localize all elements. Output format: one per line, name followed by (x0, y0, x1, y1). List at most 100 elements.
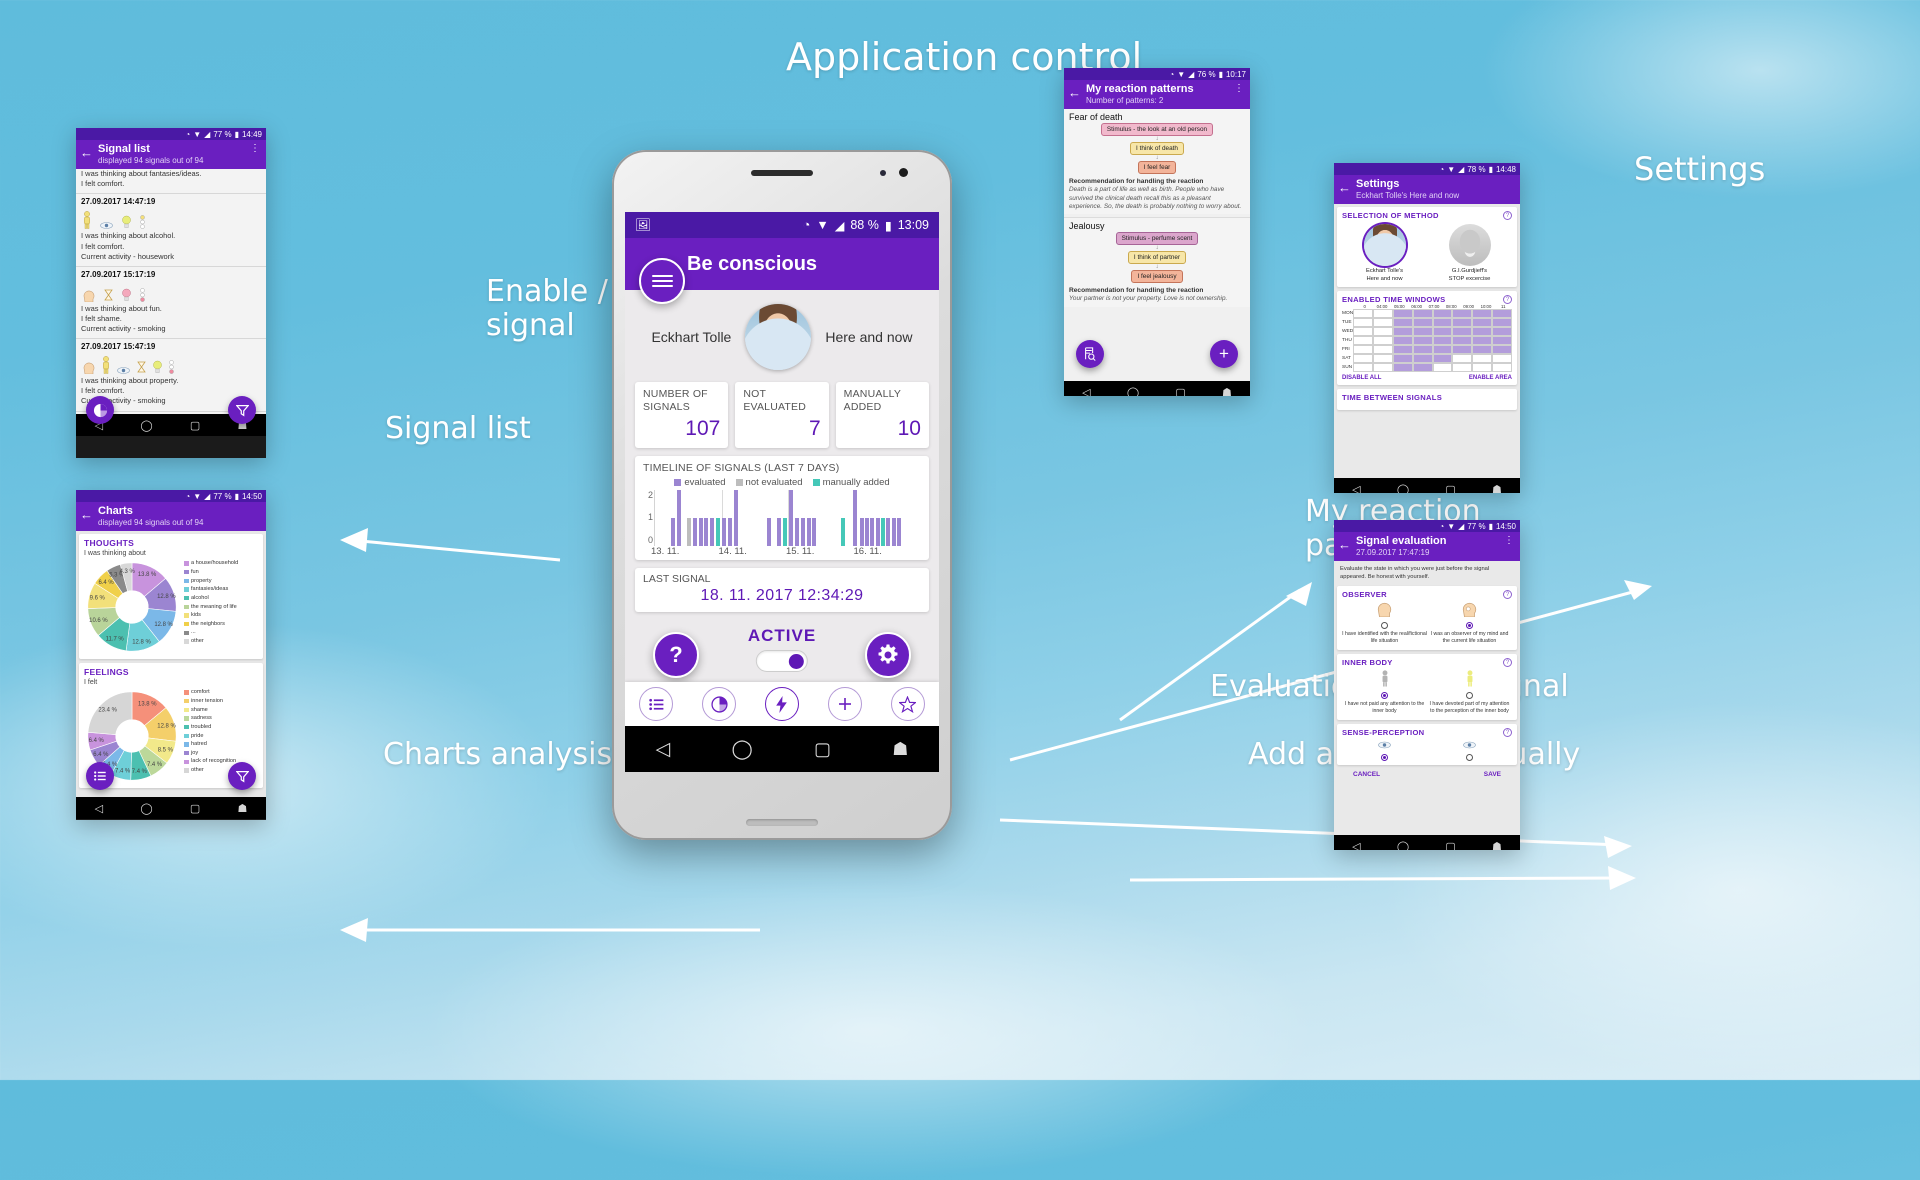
time-window-row[interactable] (1353, 354, 1512, 364)
signal-toggle-switch[interactable] (756, 650, 808, 673)
arrow-back-icon[interactable]: ← (1338, 535, 1351, 551)
arrow-back-icon[interactable]: ← (80, 505, 93, 521)
inner-body-option-2[interactable]: I have devoted part of my attention to t… (1427, 670, 1512, 715)
radio-button[interactable] (1466, 621, 1473, 629)
time-window-cell[interactable] (1452, 309, 1473, 319)
back-triangle-icon[interactable]: ◁ (1352, 483, 1360, 493)
time-window-cell[interactable] (1353, 345, 1374, 355)
time-window-cell[interactable] (1373, 363, 1393, 373)
time-window-cell[interactable] (1432, 318, 1453, 328)
radio-button[interactable] (1466, 691, 1473, 699)
accessibility-icon[interactable]: ☗ (1492, 483, 1502, 493)
radio-button[interactable] (1381, 691, 1388, 699)
home-circle-icon[interactable]: ◯ (1397, 483, 1409, 493)
filter-fab[interactable] (228, 396, 256, 424)
time-window-cell[interactable] (1353, 336, 1374, 346)
filter-fab[interactable] (228, 762, 256, 790)
time-window-cell[interactable] (1392, 309, 1413, 319)
evaluation-scroll[interactable]: Evaluate the state in which you were jus… (1334, 561, 1520, 836)
time-window-row[interactable] (1353, 336, 1512, 346)
time-window-cell[interactable] (1392, 318, 1413, 328)
time-window-cell[interactable] (1452, 318, 1473, 328)
sense-option-1[interactable] (1342, 741, 1427, 763)
help-button[interactable]: ? (653, 632, 699, 679)
time-window-cell[interactable] (1353, 309, 1374, 319)
home-circle-icon[interactable]: ◯ (731, 738, 752, 761)
home-button[interactable] (746, 819, 818, 826)
recents-square-icon[interactable]: ▢ (1445, 483, 1455, 493)
signal-list-button[interactable] (639, 687, 674, 721)
time-windows-cells[interactable] (1353, 309, 1512, 373)
accessibility-icon[interactable]: ☗ (1222, 386, 1232, 396)
enable-area-button[interactable]: ENABLE AREA (1469, 375, 1512, 381)
time-window-cell[interactable] (1373, 336, 1393, 346)
back-triangle-icon[interactable]: ◁ (95, 802, 103, 815)
save-button[interactable]: SAVE (1484, 771, 1501, 778)
method-option-gurdjieff[interactable]: G.I.Gurdjieff's STOP excercise (1427, 224, 1512, 283)
help-circle-icon[interactable]: ? (1503, 589, 1512, 599)
recents-square-icon[interactable]: ▢ (1445, 840, 1455, 850)
sense-option-2[interactable] (1427, 741, 1512, 763)
time-window-cell[interactable] (1472, 309, 1493, 319)
more-vert-icon[interactable]: ⋮ (1234, 83, 1244, 94)
settings-scroll[interactable]: SELECTION OF METHOD ? Eckhart Tolle's He… (1334, 204, 1520, 479)
method-option-tolle[interactable]: Eckhart Tolle's Here and now (1342, 224, 1427, 283)
arrow-back-icon[interactable]: ← (1068, 83, 1081, 99)
time-window-cell[interactable] (1432, 345, 1453, 355)
time-window-cell[interactable] (1492, 309, 1512, 319)
time-window-cell[interactable] (1373, 327, 1393, 337)
recents-square-icon[interactable]: ▢ (190, 419, 200, 432)
accessibility-icon[interactable]: ☗ (1492, 840, 1502, 850)
time-window-cell[interactable] (1412, 336, 1433, 346)
pie-chart-fab[interactable] (86, 396, 114, 424)
inner-body-option-1[interactable]: I have not paid any attention to the inn… (1342, 670, 1427, 715)
disable-all-button[interactable]: DISABLE ALL (1342, 375, 1381, 381)
recents-square-icon[interactable]: ▢ (814, 739, 831, 760)
time-window-cell[interactable] (1472, 318, 1493, 328)
help-circle-icon[interactable]: ? (1503, 657, 1512, 667)
time-window-cell[interactable] (1412, 345, 1433, 355)
pattern-item[interactable]: Jealousy Stimulus - perfume scent ↓ I th… (1064, 217, 1250, 307)
more-vert-icon[interactable]: ⋮ (250, 143, 260, 154)
time-window-cell[interactable] (1392, 336, 1413, 346)
time-window-cell[interactable] (1492, 318, 1512, 328)
observer-option-2[interactable]: I was an observer of my mind and the cur… (1427, 602, 1512, 645)
time-window-row[interactable] (1353, 327, 1512, 337)
time-window-cell[interactable] (1472, 336, 1493, 346)
help-circle-icon[interactable]: ? (1503, 727, 1512, 737)
time-window-cell[interactable] (1452, 354, 1473, 364)
time-window-row[interactable] (1353, 363, 1512, 373)
time-window-cell[interactable] (1452, 345, 1473, 355)
search-doc-fab[interactable] (1076, 340, 1104, 368)
recents-square-icon[interactable]: ▢ (1175, 386, 1185, 396)
add-signal-button[interactable] (827, 687, 862, 721)
time-window-cell[interactable] (1412, 318, 1433, 328)
accessibility-icon[interactable]: ☗ (238, 802, 248, 815)
observer-option-1[interactable]: I have identified with the real/fictiona… (1342, 602, 1427, 645)
time-window-cell[interactable] (1392, 363, 1413, 373)
charts-button[interactable] (702, 687, 737, 721)
time-window-row[interactable] (1353, 309, 1512, 319)
radio-button[interactable] (1381, 753, 1388, 761)
reaction-patterns-button[interactable] (890, 687, 925, 721)
back-triangle-icon[interactable]: ◁ (656, 738, 671, 761)
more-vert-icon[interactable]: ⋮ (1504, 535, 1514, 546)
radio-button[interactable] (1466, 753, 1473, 761)
time-window-cell[interactable] (1492, 336, 1512, 346)
time-window-cell[interactable] (1412, 363, 1433, 373)
time-window-cell[interactable] (1472, 345, 1493, 355)
signal-list-scroll[interactable]: I was thinking about fantasies/ideas. I … (76, 169, 266, 415)
cancel-button[interactable]: CANCEL (1353, 771, 1380, 778)
back-triangle-icon[interactable]: ◁ (1352, 840, 1360, 850)
evaluate-last-signal-button[interactable] (764, 687, 799, 721)
time-window-cell[interactable] (1452, 327, 1473, 337)
time-window-cell[interactable] (1353, 354, 1374, 364)
time-window-cell[interactable] (1432, 354, 1453, 364)
time-window-cell[interactable] (1373, 309, 1393, 319)
time-window-cell[interactable] (1412, 354, 1433, 364)
list-item[interactable]: 27.09.2017 14:47:19 I was thinking about… (76, 194, 266, 267)
home-circle-icon[interactable]: ◯ (140, 802, 152, 815)
time-window-cell[interactable] (1353, 318, 1374, 328)
time-window-cell[interactable] (1472, 363, 1493, 373)
time-window-cell[interactable] (1452, 336, 1473, 346)
